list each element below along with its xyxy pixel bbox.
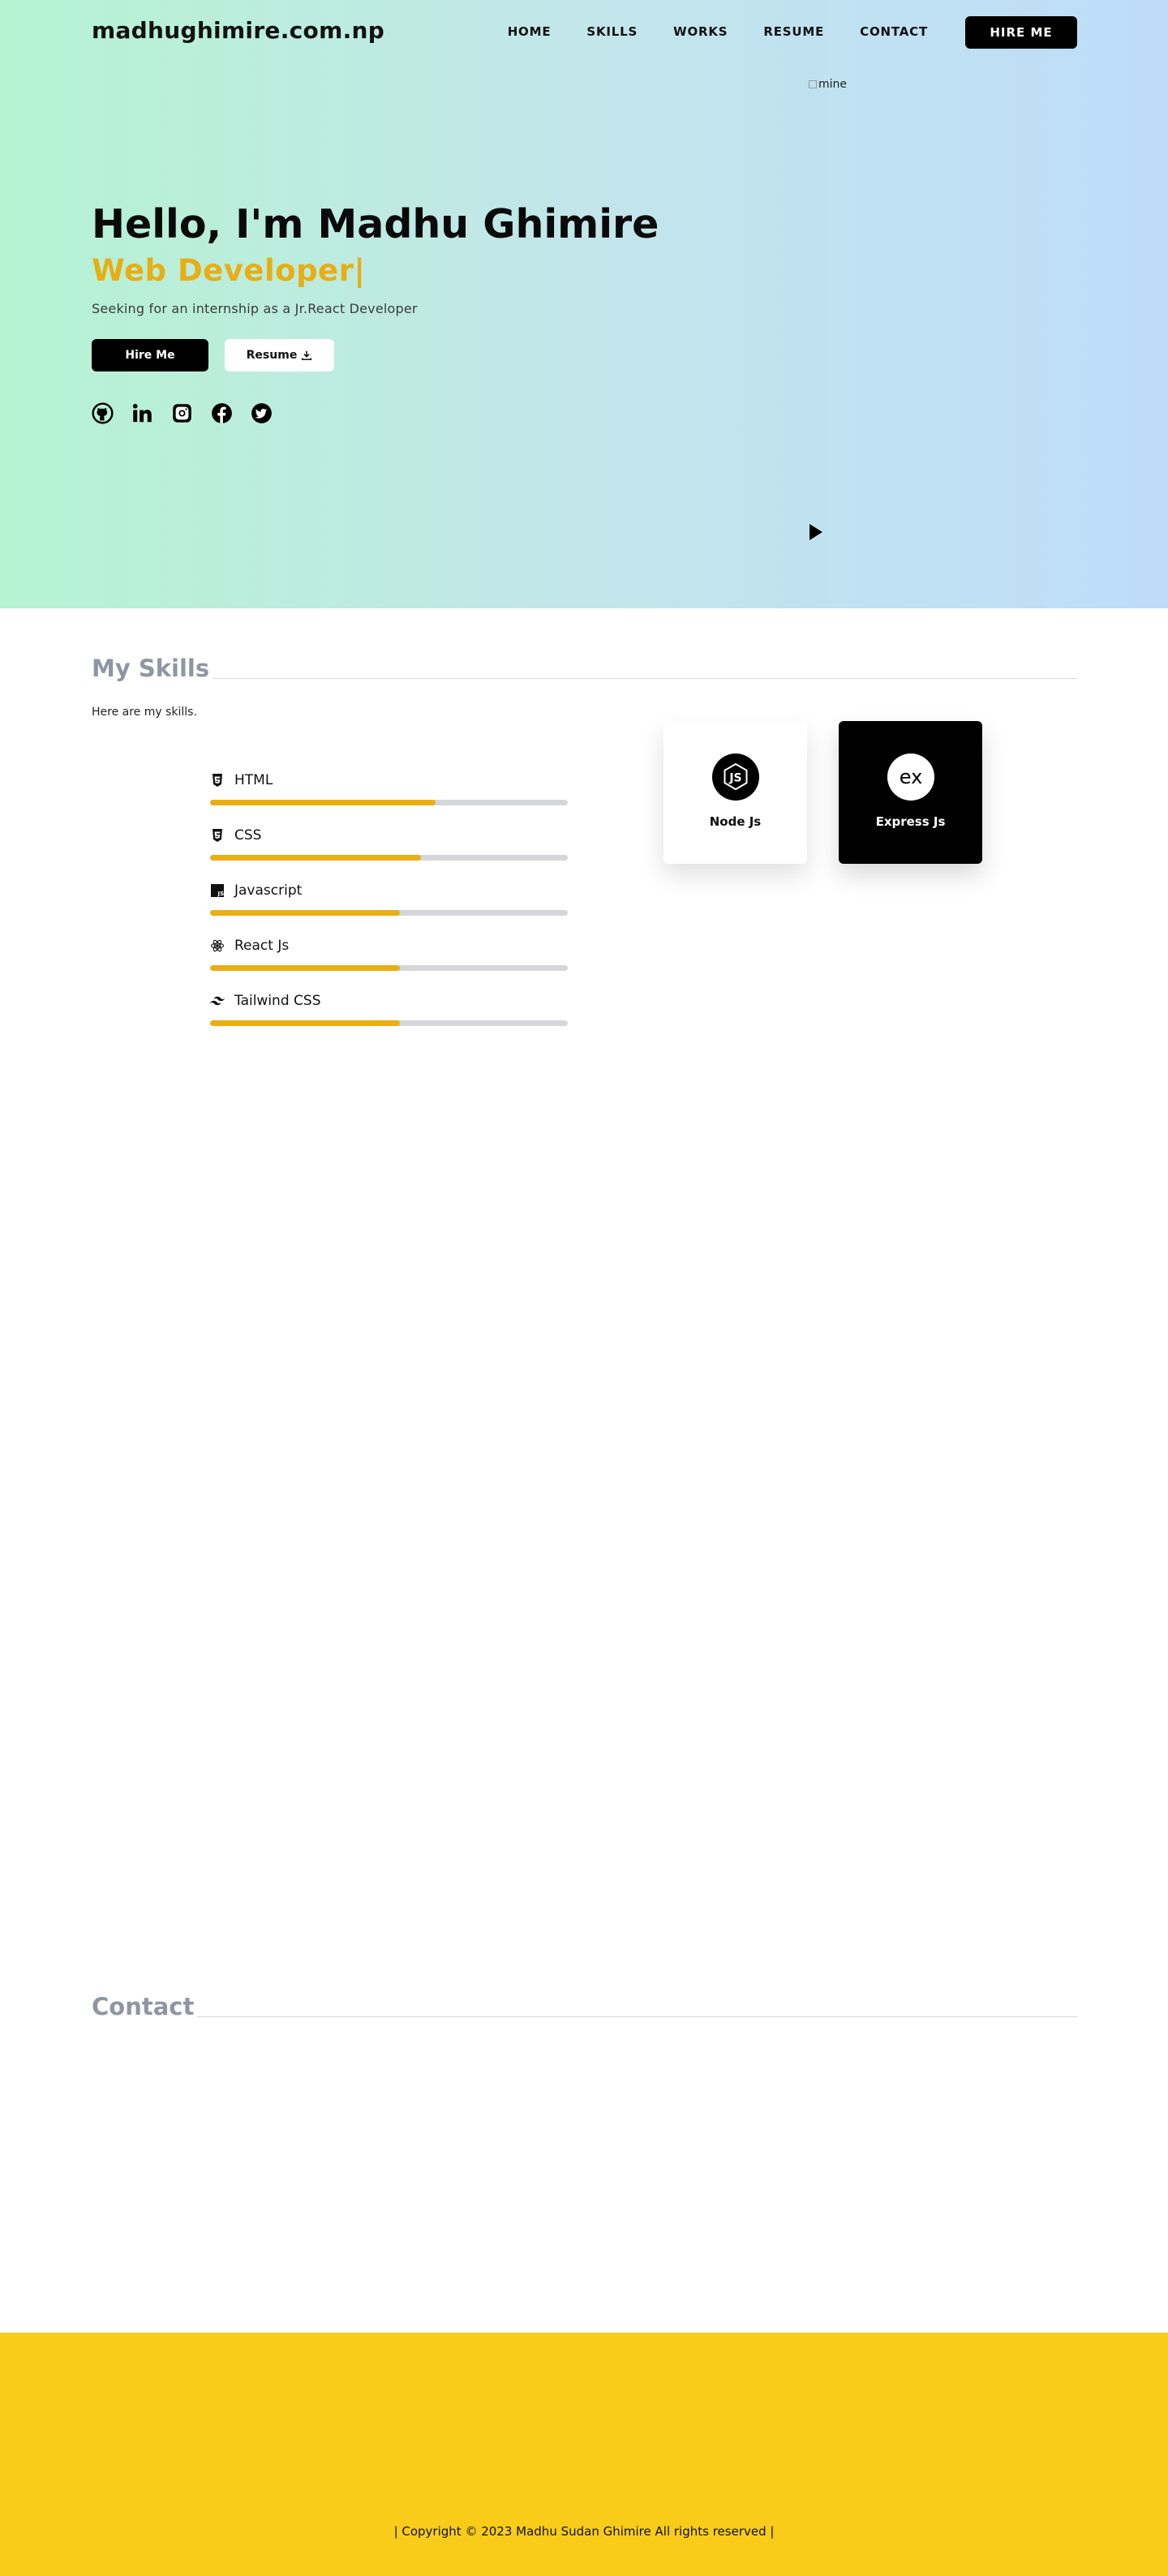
- skill-name: HTML: [234, 772, 273, 788]
- skill-card-label: Express Js: [875, 814, 946, 829]
- hero-image-alt: mine: [818, 78, 848, 91]
- contact-header: Contact: [92, 1993, 1077, 2020]
- skill-progress-track: [210, 910, 568, 916]
- nav-link-resume[interactable]: RESUME: [763, 24, 824, 39]
- nav-link-home[interactable]: HOME: [508, 24, 552, 39]
- tailwind-icon: [210, 994, 225, 1008]
- svg-text:ex: ex: [899, 766, 922, 788]
- nav-links: HOME SKILLS WORKS RESUME CONTACT: [508, 24, 928, 39]
- hero-role: Web Developer|: [92, 253, 366, 288]
- download-icon: [302, 350, 312, 361]
- skill-progress-fill: [210, 800, 436, 805]
- footer-copyright: | Copyright © 2023 Madhu Sudan Ghimire A…: [393, 2524, 775, 2539]
- instagram-icon[interactable]: [171, 402, 193, 424]
- skill-label-row: Tailwind CSS: [210, 991, 568, 1011]
- skill-name: React Js: [234, 938, 290, 954]
- skill-progress-fill: [210, 965, 400, 971]
- skill-bar-html: HTML: [210, 771, 568, 826]
- nav-link-contact[interactable]: CONTACT: [860, 24, 928, 39]
- contact-title: Contact: [92, 1993, 195, 2020]
- resume-button[interactable]: Resume: [225, 339, 334, 371]
- nav-link-works[interactable]: WORKS: [673, 24, 728, 39]
- skill-card-express[interactable]: ex Express Js: [839, 721, 982, 864]
- skill-label-row: React Js: [210, 936, 568, 955]
- linkedin-icon[interactable]: [131, 402, 153, 424]
- skills-divider: [213, 678, 1077, 679]
- svg-text:JS: JS: [728, 772, 741, 785]
- skill-progress-track: [210, 855, 568, 861]
- skill-bar-javascript: JS Javascript: [210, 881, 568, 936]
- skill-name: Tailwind CSS: [234, 993, 321, 1009]
- site-brand[interactable]: madhughimire.com.np: [92, 17, 384, 44]
- express-icon: ex: [887, 753, 934, 801]
- hire-me-button[interactable]: Hire Me: [92, 339, 208, 371]
- react-icon: [210, 938, 225, 953]
- skill-label-row: CSS: [210, 826, 568, 845]
- skill-card-label: Node Js: [709, 814, 762, 829]
- skill-name: CSS: [234, 827, 262, 844]
- contact-divider: [197, 2016, 1077, 2017]
- skill-label-row: JS Javascript: [210, 881, 568, 900]
- hero-subtitle: Seeking for an internship as a Jr.React …: [92, 301, 418, 316]
- hero-title: Hello, I'm Madhu Ghimire: [92, 201, 659, 247]
- nodejs-icon: JS: [711, 753, 759, 801]
- skills-title: My Skills: [92, 655, 210, 682]
- skills-header: My Skills: [92, 655, 1077, 682]
- facebook-icon[interactable]: [211, 402, 233, 424]
- navbar: madhughimire.com.np HOME SKILLS WORKS RE…: [92, 16, 1077, 49]
- skill-progress-fill: [210, 910, 400, 916]
- css3-icon: [210, 828, 225, 843]
- skill-bar-react: React Js: [210, 936, 568, 991]
- nav-hire-button[interactable]: HIRE ME: [965, 16, 1077, 49]
- broken-image-icon: [809, 80, 817, 88]
- skill-name: Javascript: [234, 882, 303, 899]
- hero-image-broken: mine: [809, 78, 847, 91]
- skill-card-nodejs[interactable]: JS Node Js: [663, 721, 807, 864]
- social-links: [92, 402, 273, 424]
- skill-label-row: HTML: [210, 771, 568, 790]
- footer: | Copyright © 2023 Madhu Sudan Ghimire A…: [0, 2333, 1168, 2576]
- skill-bar-css: CSS: [210, 826, 568, 881]
- play-icon[interactable]: [809, 523, 823, 541]
- skill-progress-track: [210, 800, 568, 805]
- github-icon[interactable]: [92, 402, 114, 424]
- hero-section: madhughimire.com.np HOME SKILLS WORKS RE…: [0, 0, 1168, 608]
- resume-button-label: Resume: [246, 349, 298, 362]
- svg-text:JS: JS: [217, 891, 225, 897]
- skill-progress-fill: [210, 1020, 400, 1026]
- skill-bars: HTML CSS JS Javascript React Js Tailwind…: [210, 771, 568, 1046]
- skill-bar-tailwind: Tailwind CSS: [210, 991, 568, 1046]
- nav-link-skills[interactable]: SKILLS: [586, 24, 638, 39]
- twitter-icon[interactable]: [251, 402, 273, 424]
- javascript-icon: JS: [210, 883, 225, 898]
- skill-progress-track: [210, 1020, 568, 1026]
- skill-progress-track: [210, 965, 568, 971]
- skill-progress-fill: [210, 855, 422, 861]
- skills-intro: Here are my skills.: [92, 706, 197, 719]
- html5-icon: [210, 773, 225, 788]
